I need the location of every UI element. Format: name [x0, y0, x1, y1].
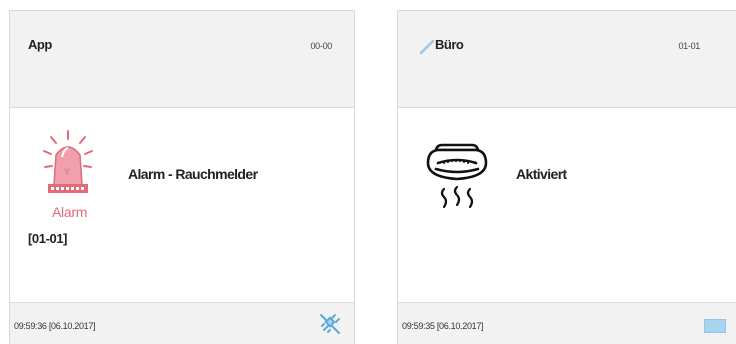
- event-text: Aktiviert: [516, 166, 567, 182]
- card-title: Büro: [435, 37, 464, 52]
- zone-text: [01-01]: [28, 231, 68, 246]
- event-card-buero[interactable]: Büro 01-01 Aktiviert 09:59:35 [06.10.201…: [397, 10, 736, 344]
- card-body: Y Alarm Alarm - Rauchmelder [01-01]: [10, 109, 354, 302]
- card-body: Aktiviert: [398, 109, 736, 302]
- pencil-icon[interactable]: [419, 39, 435, 60]
- plug-disconnected-icon[interactable]: [318, 312, 342, 341]
- card-header: App 00-00: [10, 11, 354, 108]
- card-footer: 09:59:35 [06.10.2017]: [398, 302, 736, 344]
- card-code: 00-00: [310, 41, 332, 51]
- card-title: App: [28, 37, 52, 52]
- status-square-icon[interactable]: [703, 318, 727, 338]
- alarm-caption: Alarm: [52, 204, 88, 220]
- smoke-detector-icon: [422, 135, 492, 230]
- card-header: Büro 01-01: [398, 11, 736, 108]
- event-text: Alarm - Rauchmelder: [128, 166, 258, 182]
- timestamp: 09:59:36 [06.10.2017]: [14, 321, 96, 331]
- card-footer: 09:59:36 [06.10.2017]: [10, 302, 354, 344]
- event-card-app[interactable]: App 00-00 Y Alarm Alarm - Rauchmelder [0…: [9, 10, 355, 344]
- siren-icon: Y: [34, 129, 114, 210]
- timestamp: 09:59:35 [06.10.2017]: [402, 321, 484, 331]
- svg-text:Y: Y: [64, 167, 70, 177]
- card-code: 01-01: [678, 41, 700, 51]
